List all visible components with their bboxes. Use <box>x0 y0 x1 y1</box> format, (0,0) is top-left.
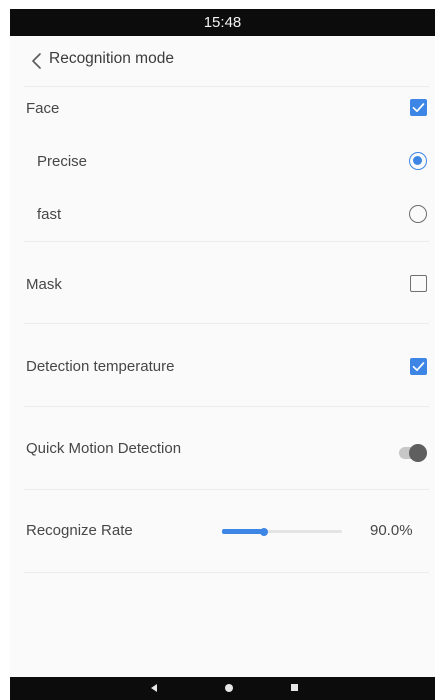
fast-label: fast <box>37 206 62 223</box>
status-bar: 15:48 <box>10 9 435 36</box>
home-circle-icon[interactable] <box>225 684 233 692</box>
mask-label: Mask <box>26 276 62 293</box>
temperature-divider <box>24 406 429 407</box>
quick-motion-divider <box>24 489 429 490</box>
recents-square-icon[interactable] <box>291 684 298 691</box>
recognize-rate-value: 90.0% <box>370 522 413 539</box>
recognize-rate-slider[interactable] <box>222 526 342 538</box>
precise-radio[interactable] <box>409 152 427 170</box>
checkmark-icon <box>412 103 425 113</box>
header-divider <box>24 86 429 87</box>
slider-thumb[interactable] <box>260 528 268 536</box>
page-title: Recognition mode <box>49 50 174 67</box>
fast-radio[interactable] <box>409 205 427 223</box>
quick-motion-label: Quick Motion Detection <box>26 440 182 457</box>
chevron-left-icon[interactable] <box>28 51 48 71</box>
face-section-divider <box>24 241 429 242</box>
navigation-bar <box>10 677 435 700</box>
checkmark-icon <box>412 362 425 372</box>
mask-checkbox[interactable] <box>410 275 427 292</box>
rate-divider <box>24 572 429 573</box>
temperature-checkbox[interactable] <box>410 358 427 375</box>
status-time: 15:48 <box>203 14 242 31</box>
face-checkbox[interactable] <box>410 99 427 116</box>
mask-divider <box>24 323 429 324</box>
recognition-mode-screen: 15:48 Recognition mode Face Precise fast… <box>10 9 435 700</box>
recognize-rate-label: Recognize Rate <box>26 522 133 539</box>
temperature-label: Detection temperature <box>26 358 175 375</box>
back-triangle-icon[interactable] <box>151 684 157 692</box>
header: Recognition mode <box>10 36 435 86</box>
toggle-thumb <box>409 444 427 462</box>
slider-fill <box>222 529 264 534</box>
face-label: Face <box>26 100 60 117</box>
quick-motion-toggle[interactable] <box>399 444 427 462</box>
precise-label: Precise <box>37 153 88 170</box>
